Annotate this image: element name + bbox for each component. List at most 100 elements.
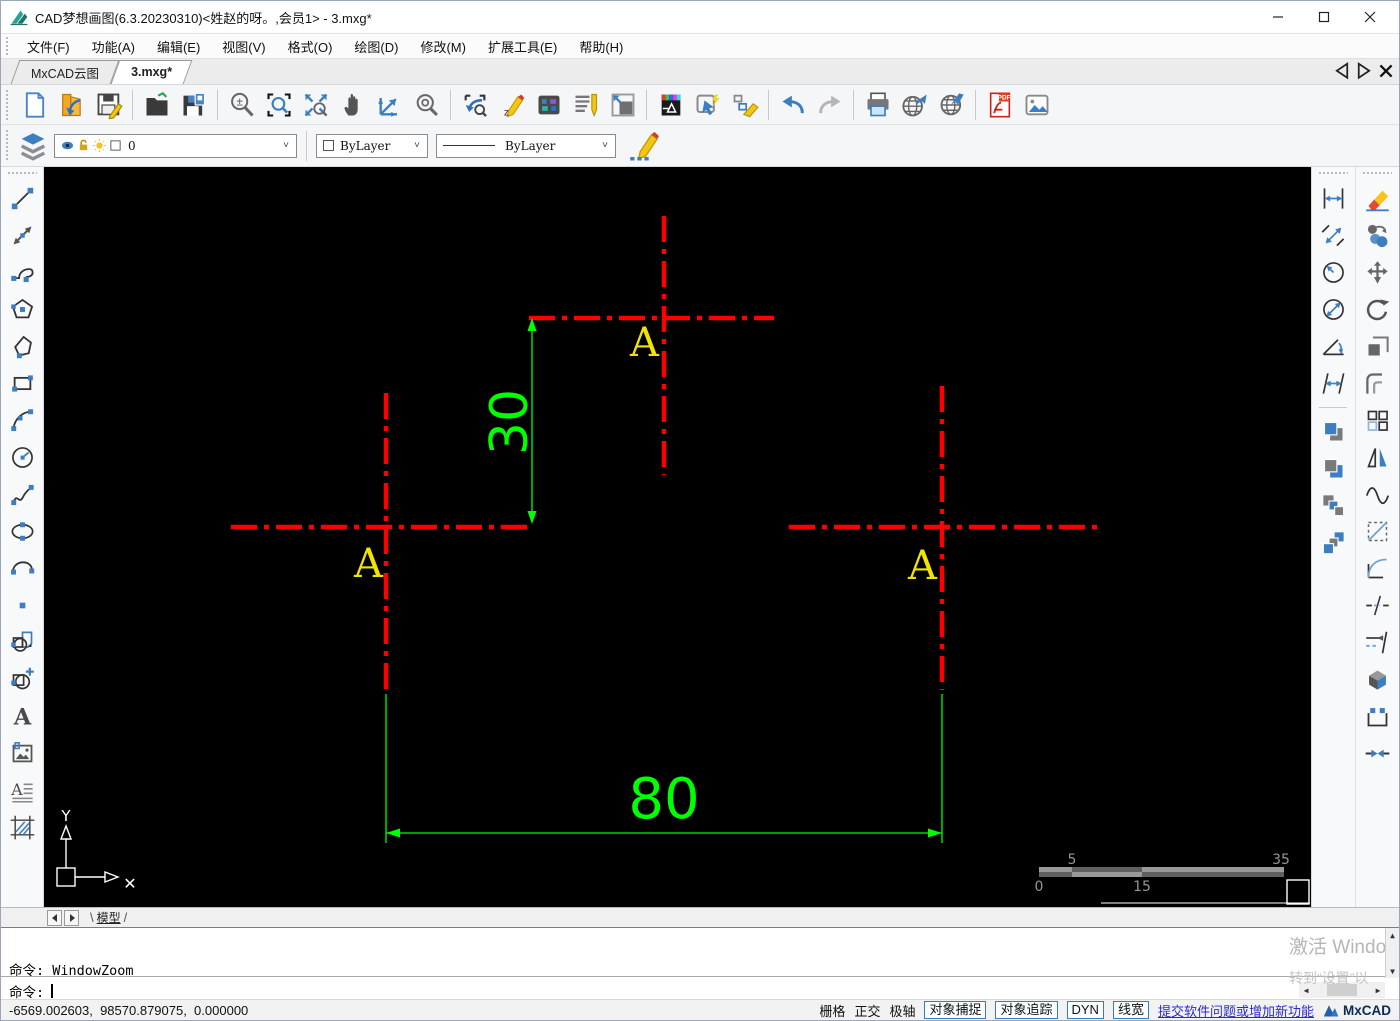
modify-curve-button[interactable] bbox=[1359, 476, 1395, 513]
status-toggle-dyn[interactable]: DYN bbox=[1066, 1001, 1104, 1019]
toolbar-export-pdf-button[interactable]: PDF bbox=[981, 87, 1018, 123]
modify-rotate-button[interactable] bbox=[1359, 291, 1395, 328]
toolbar-open-drawing-button[interactable] bbox=[53, 87, 90, 123]
dim-dim-angular-button[interactable] bbox=[1315, 328, 1351, 365]
toolbar-zoom-extents-button[interactable] bbox=[297, 87, 334, 123]
draw-text-button[interactable]: A bbox=[4, 698, 40, 735]
modify-chamfer-button[interactable] bbox=[1359, 513, 1395, 550]
modify-fillet-button[interactable] bbox=[1359, 550, 1395, 587]
modify-edit-polyline-button[interactable] bbox=[1359, 698, 1395, 735]
dim-draworder-below-button[interactable] bbox=[1315, 524, 1351, 561]
toolbar-undo-button[interactable] bbox=[774, 87, 811, 123]
scroll-down-icon[interactable]: ▼ bbox=[1387, 965, 1399, 977]
tab-scroll-right-button[interactable] bbox=[1357, 62, 1371, 80]
command-horizontal-scrollbar[interactable]: ◀ ▶ bbox=[1299, 982, 1385, 998]
toolbar-zoom-dynamic-button[interactable]: ± bbox=[223, 87, 260, 123]
draw-insert-block-button[interactable] bbox=[4, 624, 40, 661]
draw-polyline-button[interactable] bbox=[4, 254, 40, 291]
draw-rectangle-button[interactable] bbox=[4, 365, 40, 402]
chevron-down-icon[interactable]: ˅ bbox=[409, 140, 425, 151]
status-toggle-polar[interactable]: 极轴 bbox=[889, 1001, 915, 1020]
dim-dim-diameter-button[interactable] bbox=[1315, 291, 1351, 328]
draw-spline-button[interactable] bbox=[4, 476, 40, 513]
modify-trim-button[interactable] bbox=[1359, 624, 1395, 661]
dim-dim-radius-button[interactable] bbox=[1315, 254, 1351, 291]
toolbar-grip[interactable] bbox=[7, 171, 37, 176]
toolbar-grip[interactable] bbox=[5, 88, 10, 121]
draw-circle-button[interactable] bbox=[4, 439, 40, 476]
draw-polygon-button[interactable] bbox=[4, 291, 40, 328]
feedback-link[interactable]: 提交软件问题或增加新功能 bbox=[1158, 1001, 1314, 1020]
draw-ellipse-button[interactable] bbox=[4, 513, 40, 550]
draw-line-button[interactable] bbox=[4, 180, 40, 217]
status-toggle-otrack[interactable]: 对象追踪 bbox=[995, 1001, 1058, 1019]
toolbar-viewport-button[interactable] bbox=[604, 87, 641, 123]
menu-item-function[interactable]: 功能(A) bbox=[81, 34, 146, 59]
draw-hatch-button[interactable] bbox=[4, 809, 40, 846]
menu-item-modify[interactable]: 修改(M) bbox=[409, 34, 477, 59]
modify-mirror-button[interactable] bbox=[1359, 439, 1395, 476]
layer-select[interactable]: 0 ˅ bbox=[54, 133, 297, 158]
scroll-right-icon[interactable]: ▶ bbox=[1372, 984, 1384, 996]
menu-item-edit[interactable]: 编辑(E) bbox=[146, 34, 211, 59]
toolbar-sketch-button[interactable]: z bbox=[493, 87, 530, 123]
toolbar-palette-button[interactable] bbox=[530, 87, 567, 123]
menu-item-draw[interactable]: 绘图(D) bbox=[343, 34, 409, 59]
status-toggle-osnap[interactable]: 对象捕捉 bbox=[924, 1001, 987, 1019]
status-toggle-lineweight[interactable]: 线宽 bbox=[1112, 1001, 1149, 1019]
toolbar-zoom-center-button[interactable] bbox=[408, 87, 445, 123]
modify-break-button[interactable] bbox=[1359, 587, 1395, 624]
draw-xline-button[interactable] bbox=[4, 217, 40, 254]
toolbar-grip[interactable] bbox=[5, 36, 10, 56]
draw-arc-button[interactable] bbox=[4, 402, 40, 439]
modify-explode-button[interactable] bbox=[1359, 661, 1395, 698]
tab-drawing-3[interactable]: 3.mxg* bbox=[110, 60, 193, 84]
dim-dim-aligned-button[interactable] bbox=[1315, 217, 1351, 254]
modify-offset-button[interactable] bbox=[1359, 365, 1395, 402]
layout-scroll-right-button[interactable] bbox=[64, 909, 79, 926]
toolbar-zoom-window-button[interactable] bbox=[260, 87, 297, 123]
scrollbar-thumb[interactable] bbox=[1327, 984, 1357, 996]
status-toggle-ortho[interactable]: 正交 bbox=[854, 1001, 880, 1020]
menu-item-help[interactable]: 帮助(H) bbox=[568, 34, 634, 59]
draw-mtext-button[interactable]: A bbox=[4, 772, 40, 809]
dim-draworder-above-button[interactable] bbox=[1315, 487, 1351, 524]
modify-move-button[interactable] bbox=[1359, 254, 1395, 291]
tab-scroll-left-button[interactable] bbox=[1335, 62, 1349, 80]
dim-draworder-front-button[interactable] bbox=[1315, 413, 1351, 450]
command-input[interactable]: 命令: bbox=[9, 981, 54, 1001]
toolbar-grip[interactable] bbox=[5, 129, 10, 162]
command-vertical-scrollbar[interactable]: ▲ ▼ bbox=[1385, 928, 1399, 978]
toolbar-grip[interactable] bbox=[1362, 171, 1393, 176]
draw-create-block-button[interactable] bbox=[4, 661, 40, 698]
draw-point-button[interactable] bbox=[4, 587, 40, 624]
linetype-select[interactable]: ByLayer ˅ bbox=[436, 133, 616, 158]
tab-mxcad-cloud[interactable]: MxCAD云图 bbox=[10, 60, 120, 84]
modify-scale-button[interactable] bbox=[1359, 328, 1395, 365]
scroll-left-icon[interactable]: ◀ bbox=[1300, 984, 1312, 996]
toolbar-open-file-button[interactable] bbox=[138, 87, 175, 123]
chevron-down-icon[interactable]: ˅ bbox=[597, 140, 613, 151]
toolbar-new-file-button[interactable] bbox=[16, 87, 53, 123]
draw-image-button[interactable] bbox=[4, 735, 40, 772]
command-window[interactable]: 命令: WindowZoom 点取缩放区域: 命令: ▲ ▼ ◀ ▶ 激活 Wi… bbox=[1, 927, 1399, 1001]
tab-close-button[interactable] bbox=[1379, 63, 1393, 79]
toolbar-web-open-button[interactable] bbox=[933, 87, 970, 123]
close-button[interactable] bbox=[1347, 2, 1393, 32]
menu-item-format[interactable]: 格式(O) bbox=[277, 34, 344, 59]
toolbar-pan-button[interactable] bbox=[334, 87, 371, 123]
toolbar-save-as-button[interactable] bbox=[175, 87, 212, 123]
toolbar-save-button[interactable] bbox=[90, 87, 127, 123]
modify-array-button[interactable] bbox=[1359, 402, 1395, 439]
modify-join-button[interactable] bbox=[1359, 735, 1395, 772]
toolbar-insert-image-button[interactable] bbox=[1018, 87, 1055, 123]
dim-dim-linear-button[interactable] bbox=[1315, 180, 1351, 217]
draw-elliptical-arc-button[interactable] bbox=[4, 550, 40, 587]
menu-item-express-tools[interactable]: 扩展工具(E) bbox=[477, 34, 568, 59]
toolbar-print-button[interactable] bbox=[859, 87, 896, 123]
toolbar-color-toolbar-button[interactable] bbox=[652, 87, 689, 123]
maximize-button[interactable] bbox=[1301, 2, 1347, 32]
toolbar-zoom-scale-button[interactable] bbox=[371, 87, 408, 123]
layers-icon[interactable] bbox=[16, 129, 50, 163]
scroll-up-icon[interactable]: ▲ bbox=[1387, 929, 1399, 941]
